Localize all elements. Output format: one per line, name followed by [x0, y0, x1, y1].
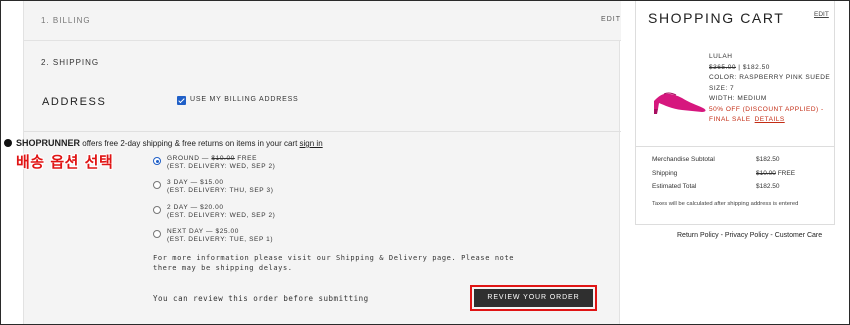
option-text: 3 DAY — $15.00 (EST. DELIVERY: THU, SEP …	[167, 179, 274, 195]
billing-edit-link[interactable]: EDIT	[601, 16, 621, 23]
item-details-link[interactable]: DETAILS	[755, 116, 785, 123]
option-delivery: (EST. DELIVERY: WED, SEP 2)	[167, 212, 276, 219]
use-billing-address-label[interactable]: USE MY BILLING ADDRESS	[190, 96, 299, 103]
address-heading: ADDRESS	[42, 96, 107, 108]
item-discount: 50% OFF (DISCOUNT APPLIED) -	[709, 105, 824, 113]
option-text: NEXT DAY — $25.00 (EST. DELIVERY: TUE, S…	[167, 228, 273, 244]
option-price: 2 DAY — $20.00	[167, 204, 224, 211]
annotation-label: 배송 옵션 선택	[16, 153, 114, 171]
option-original-price: $10.00	[211, 155, 235, 162]
shipping-info-line-2: there may be shipping delays.	[153, 264, 293, 272]
option-text: 2 DAY — $20.00 (EST. DELIVERY: WED, SEP …	[167, 204, 275, 220]
option-text: GROUND — $10.00 FREE (EST. DELIVERY: WED…	[167, 155, 275, 171]
shoprunner-banner: SHOPRUNNER offers free 2-day shipping & …	[4, 138, 323, 148]
price-separator: |	[736, 63, 743, 71]
radio-2-day[interactable]	[153, 206, 161, 214]
shipping-free: FREE	[775, 169, 796, 177]
cart-divider	[636, 146, 834, 147]
subtotal-row: Merchandise Subtotal $182.50	[652, 156, 822, 170]
cart-title: SHOPPING CART	[648, 10, 785, 26]
option-price: GROUND —	[167, 155, 212, 162]
shoprunner-logo-icon	[4, 139, 12, 147]
footer-links: Return Policy - Privacy Policy - Custome…	[677, 232, 822, 239]
item-final-sale: FINAL SALE	[709, 116, 751, 123]
subtotal-label: Merchandise Subtotal	[652, 156, 715, 163]
review-note: You can review this order before submitt…	[153, 294, 369, 303]
shipping-step-label: 2. SHIPPING	[41, 58, 100, 67]
privacy-policy-link[interactable]: Privacy Policy	[725, 232, 769, 239]
option-delivery: (EST. DELIVERY: THU, SEP 3)	[167, 187, 274, 194]
total-row: Estimated Total $182.50	[652, 183, 822, 197]
option-price: 3 DAY — $15.00	[167, 179, 224, 186]
product-image	[654, 92, 706, 114]
subtotal-value: $182.50	[756, 156, 780, 163]
radio-next-day[interactable]	[153, 230, 161, 238]
item-width: WIDTH: MEDIUM	[709, 95, 767, 102]
item-color: COLOR: RASPBERRY PINK SUEDE	[709, 74, 831, 81]
shipping-original: $10.00	[756, 169, 776, 177]
billing-step-row[interactable]: 1. BILLING EDIT	[24, 1, 621, 41]
item-name: LULAH	[709, 53, 733, 60]
tax-note: Taxes will be calculated after shipping …	[652, 201, 799, 207]
shoprunner-brand: SHOPRUNNER	[16, 138, 81, 148]
radio-ground[interactable]	[153, 157, 161, 165]
cart-edit-link[interactable]: EDIT	[814, 11, 829, 18]
shipping-row: Shipping $10.00 FREE	[652, 170, 822, 184]
option-price: NEXT DAY — $25.00	[167, 228, 239, 235]
shopping-cart-panel: SHOPPING CART EDIT LULAH $365.00 | $182.…	[635, 1, 835, 225]
item-size: SIZE: 7	[709, 84, 735, 92]
use-billing-address-checkbox[interactable]	[177, 96, 186, 105]
billing-step-label: 1. BILLING	[41, 16, 91, 25]
cart-item-details: LULAH $365.00 | $182.50 COLOR: RASPBERRY…	[709, 52, 830, 126]
section-divider	[24, 131, 621, 132]
return-policy-link[interactable]: Return Policy	[677, 232, 719, 239]
shipping-value: $10.00 FREE	[756, 170, 795, 177]
review-order-button[interactable]: REVIEW YOUR ORDER	[474, 289, 593, 307]
option-free: FREE	[234, 155, 258, 162]
order-totals: Merchandise Subtotal $182.50 Shipping $1…	[652, 156, 822, 197]
option-delivery: (EST. DELIVERY: TUE, SEP 1)	[167, 236, 274, 243]
shipping-info-note: For more information please visit our Sh…	[153, 253, 514, 273]
shoprunner-sign-in-link[interactable]: sign in	[300, 139, 323, 148]
shoprunner-text: offers free 2-day shipping & free return…	[80, 139, 300, 148]
radio-3-day[interactable]	[153, 181, 161, 189]
total-label: Estimated Total	[652, 183, 697, 190]
item-price: $182.50	[742, 63, 770, 71]
item-original-price: $365.00	[709, 63, 736, 71]
shipping-label: Shipping	[652, 169, 678, 177]
customer-care-link[interactable]: Customer Care	[775, 232, 822, 239]
option-delivery: (EST. DELIVERY: WED, SEP 2)	[167, 163, 276, 170]
shipping-info-line-1: For more information please visit our Sh…	[153, 254, 515, 262]
total-value: $182.50	[756, 183, 780, 190]
